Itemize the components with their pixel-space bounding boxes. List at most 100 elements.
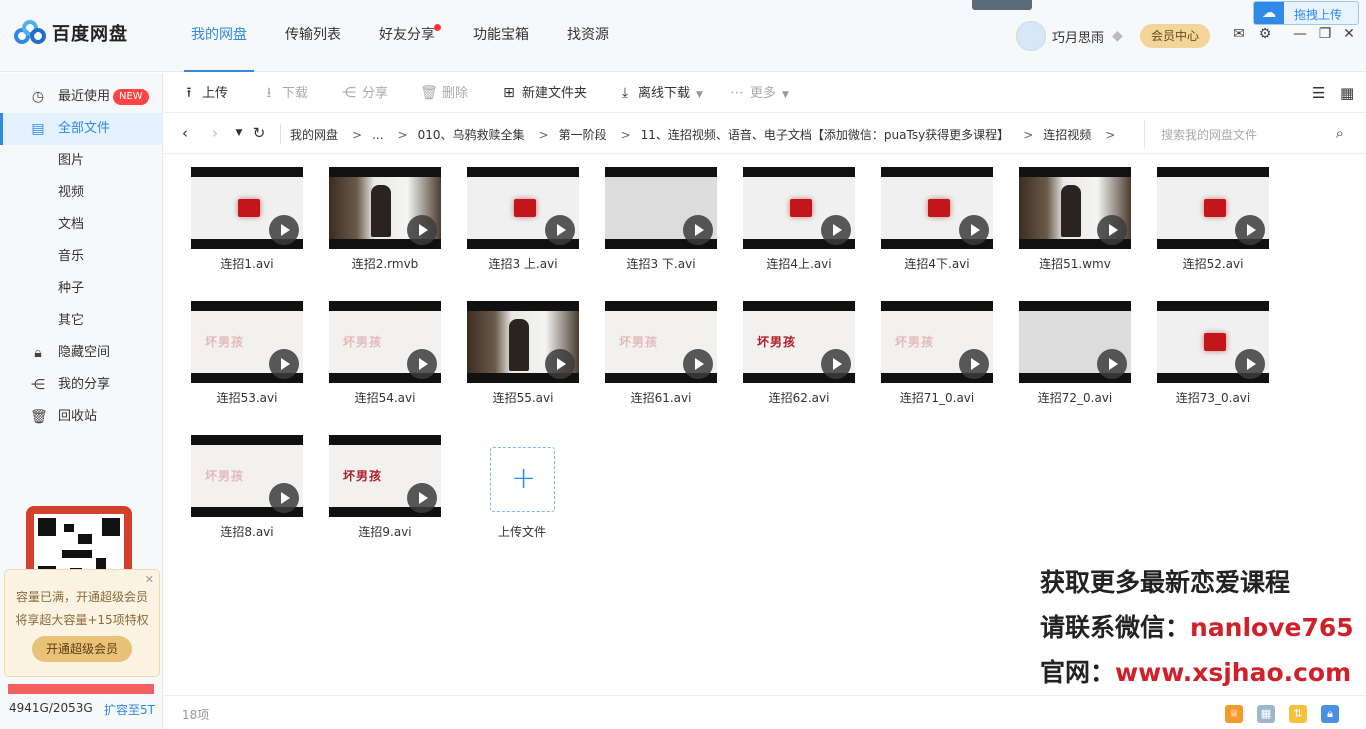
avatar[interactable] bbox=[1016, 21, 1046, 51]
tab-toolbox[interactable]: 功能宝箱 bbox=[454, 0, 548, 72]
sidebar-item-videos[interactable]: 视频 bbox=[0, 177, 163, 209]
sidebar-item-hidden-space[interactable]: 🔒︎ 隐藏空间 bbox=[0, 337, 163, 369]
file-tile[interactable]: 坏男孩 连招54.avi bbox=[329, 289, 441, 409]
expand-storage-link[interactable]: 扩容至5T bbox=[104, 701, 155, 718]
video-thumbnail[interactable] bbox=[467, 167, 579, 249]
sidebar-item-all-files[interactable]: ▤ 全部文件 bbox=[0, 113, 163, 145]
breadcrumb-item[interactable]: 010、乌鸦救赎全集 bbox=[418, 128, 525, 142]
app-logo[interactable]: 百度网盘 bbox=[14, 20, 128, 46]
breadcrumb-item[interactable]: 第一阶段 bbox=[559, 128, 607, 142]
play-icon[interactable] bbox=[959, 215, 989, 245]
play-icon[interactable] bbox=[407, 483, 437, 513]
file-tile[interactable]: 连招3 上.avi bbox=[467, 155, 579, 275]
video-thumbnail[interactable] bbox=[1157, 167, 1269, 249]
video-thumbnail[interactable]: 坏男孩 bbox=[329, 301, 441, 383]
close-icon[interactable]: ✕ bbox=[145, 573, 154, 586]
file-tile[interactable]: 连招3 下.avi bbox=[605, 155, 717, 275]
video-thumbnail[interactable]: 坏男孩 bbox=[881, 301, 993, 383]
file-tile[interactable]: 坏男孩 连招9.avi bbox=[329, 423, 441, 543]
file-tile[interactable]: 坏男孩 连招8.avi bbox=[191, 423, 303, 543]
transfer-icon[interactable]: ⇅ bbox=[1289, 705, 1307, 723]
play-icon[interactable] bbox=[269, 483, 299, 513]
sidebar-item-torrents[interactable]: 种子 bbox=[0, 273, 163, 305]
file-tile[interactable]: 坏男孩 连招61.avi bbox=[605, 289, 717, 409]
search-icon[interactable]: ⌕ bbox=[1336, 124, 1344, 142]
file-tile[interactable]: 连招2.rmvb bbox=[329, 155, 441, 275]
play-icon[interactable] bbox=[1235, 349, 1265, 379]
offline-download-button[interactable]: ⤓ 离线下载 ▼ bbox=[616, 73, 703, 113]
close-icon[interactable]: ✕ bbox=[1341, 26, 1357, 42]
video-thumbnail[interactable] bbox=[1019, 301, 1131, 383]
new-folder-button[interactable]: ⊞ 新建文件夹 bbox=[500, 73, 587, 113]
breadcrumb-item[interactable]: 我的网盘 bbox=[290, 128, 338, 142]
video-thumbnail[interactable] bbox=[743, 167, 855, 249]
minimize-icon[interactable]: — bbox=[1292, 26, 1308, 42]
user-profile[interactable]: 巧月思雨 ◆ bbox=[1016, 21, 1123, 51]
lock-icon[interactable]: 🔒︎ bbox=[1321, 705, 1339, 723]
play-icon[interactable] bbox=[821, 215, 851, 245]
play-icon[interactable] bbox=[683, 349, 713, 379]
file-tile[interactable]: 连招55.avi bbox=[467, 289, 579, 409]
play-icon[interactable] bbox=[269, 349, 299, 379]
sidebar-item-recent[interactable]: ◷ 最近使用 NEW bbox=[0, 81, 163, 113]
breadcrumb-item[interactable]: 连招视频 bbox=[1043, 128, 1091, 142]
file-tile[interactable]: 连招4上.avi bbox=[743, 155, 855, 275]
search-box[interactable]: 搜索我的网盘文件 ⌕ bbox=[1144, 120, 1352, 148]
play-icon[interactable] bbox=[1097, 215, 1127, 245]
refresh-icon[interactable]: ↻ bbox=[250, 124, 268, 142]
sidebar-item-images[interactable]: 图片 bbox=[0, 145, 163, 177]
open-super-vip-button[interactable]: 开通超级会员 bbox=[32, 636, 132, 662]
medal-icon[interactable]: ♕ bbox=[1225, 705, 1243, 723]
maximize-icon[interactable]: ❐ bbox=[1317, 26, 1333, 42]
file-tile[interactable]: 连招72_0.avi bbox=[1019, 289, 1131, 409]
play-icon[interactable] bbox=[1097, 349, 1127, 379]
file-tile[interactable]: 连招51.wmv bbox=[1019, 155, 1131, 275]
play-icon[interactable] bbox=[1235, 215, 1265, 245]
video-thumbnail[interactable]: 坏男孩 bbox=[329, 435, 441, 517]
file-tile[interactable]: 坏男孩 连招62.avi bbox=[743, 289, 855, 409]
file-tile[interactable]: 连招1.avi bbox=[191, 155, 303, 275]
forward-icon[interactable]: › bbox=[206, 124, 224, 142]
tab-find-resources[interactable]: 找资源 bbox=[548, 0, 628, 72]
view-mode-icon[interactable]: ▦ bbox=[1340, 73, 1354, 113]
delete-button[interactable]: 🗑︎ 删除 bbox=[420, 73, 468, 113]
play-icon[interactable] bbox=[269, 215, 299, 245]
file-tile[interactable]: 连招4下.avi bbox=[881, 155, 993, 275]
file-tile[interactable]: 连招73_0.avi bbox=[1157, 289, 1269, 409]
file-tile[interactable]: 坏男孩 连招71_0.avi bbox=[881, 289, 993, 409]
video-thumbnail[interactable]: 坏男孩 bbox=[191, 435, 303, 517]
settings-icon[interactable]: ⚙ bbox=[1257, 26, 1273, 42]
file-tile[interactable]: 坏男孩 连招53.avi bbox=[191, 289, 303, 409]
video-thumbnail[interactable] bbox=[1157, 301, 1269, 383]
more-button[interactable]: ⋯ 更多 ▼ bbox=[728, 73, 789, 113]
apps-icon[interactable]: ▦ bbox=[1257, 705, 1275, 723]
download-button[interactable]: ⭳ 下载 bbox=[260, 73, 308, 113]
play-icon[interactable] bbox=[407, 349, 437, 379]
video-thumbnail[interactable] bbox=[605, 167, 717, 249]
file-tile[interactable]: 连招52.avi bbox=[1157, 155, 1269, 275]
mail-icon[interactable]: ✉ bbox=[1231, 26, 1247, 42]
breadcrumb-item[interactable]: ... bbox=[372, 128, 383, 142]
sidebar-item-other[interactable]: 其它 bbox=[0, 305, 163, 337]
sort-icon[interactable]: ☰ bbox=[1312, 73, 1325, 113]
breadcrumb-item[interactable]: 11、连招视频、语音、电子文档【添加微信：puaTsy获得更多课程】 bbox=[641, 128, 1010, 142]
tab-transfer-list[interactable]: 传输列表 bbox=[266, 0, 360, 72]
video-thumbnail[interactable]: 坏男孩 bbox=[605, 301, 717, 383]
sidebar-item-my-shares[interactable]: ⋲ 我的分享 bbox=[0, 369, 163, 401]
video-thumbnail[interactable]: 坏男孩 bbox=[191, 301, 303, 383]
tab-friend-share[interactable]: 好友分享 bbox=[360, 0, 454, 72]
drag-upload-button[interactable]: ☁ 拖拽上传 bbox=[1253, 1, 1359, 25]
vip-center-button[interactable]: 会员中心 bbox=[1140, 24, 1210, 48]
play-icon[interactable] bbox=[821, 349, 851, 379]
sidebar-item-documents[interactable]: 文档 bbox=[0, 209, 163, 241]
history-dropdown-icon[interactable]: ▼ bbox=[230, 128, 248, 138]
play-icon[interactable] bbox=[407, 215, 437, 245]
tab-my-netdisk[interactable]: 我的网盘 bbox=[172, 0, 266, 72]
upload-file-tile[interactable]: + bbox=[490, 447, 555, 512]
back-icon[interactable]: ‹ bbox=[176, 124, 194, 142]
upload-button[interactable]: ⭱ 上传 bbox=[180, 73, 228, 113]
play-icon[interactable] bbox=[545, 215, 575, 245]
sidebar-item-recycle-bin[interactable]: 🗑︎ 回收站 bbox=[0, 401, 163, 433]
video-thumbnail[interactable] bbox=[467, 301, 579, 383]
video-thumbnail[interactable]: 坏男孩 bbox=[743, 301, 855, 383]
